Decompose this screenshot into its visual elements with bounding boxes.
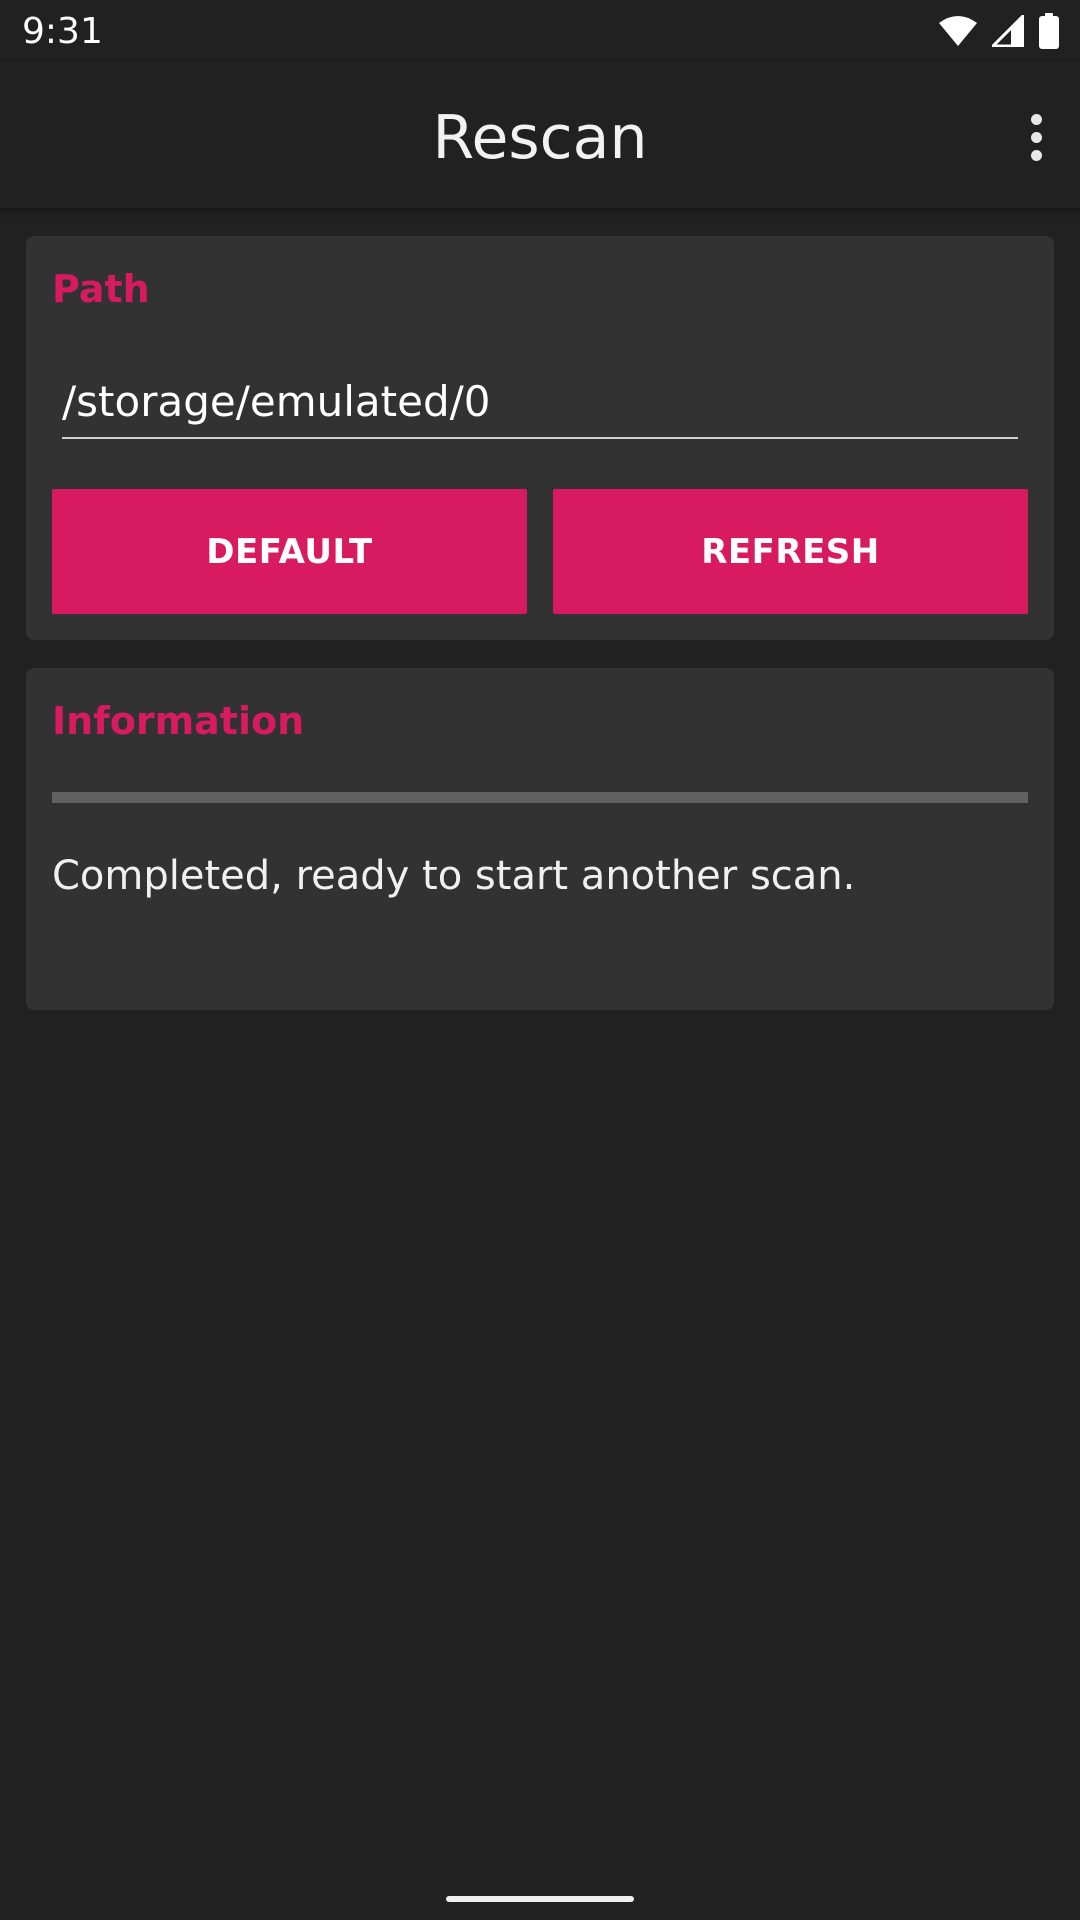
gesture-nav-handle[interactable] bbox=[446, 1896, 634, 1902]
menu-dot bbox=[1030, 149, 1042, 161]
path-card-title: Path bbox=[52, 267, 150, 311]
information-card-title: Information bbox=[52, 699, 305, 743]
menu-dot bbox=[1030, 131, 1042, 143]
wifi-icon bbox=[939, 16, 977, 46]
path-card: Path DEFAULT REFRESH bbox=[26, 236, 1054, 640]
menu-dot bbox=[1030, 113, 1042, 125]
scan-progress-bar bbox=[52, 792, 1028, 803]
path-input[interactable] bbox=[62, 371, 1018, 439]
information-card: Information Completed, ready to start an… bbox=[26, 668, 1054, 1010]
cell-signal-icon bbox=[992, 15, 1024, 47]
status-icons bbox=[938, 12, 1060, 50]
default-button[interactable]: DEFAULT bbox=[52, 489, 527, 614]
page-title: Rescan bbox=[432, 103, 648, 173]
refresh-button[interactable]: REFRESH bbox=[553, 489, 1028, 614]
app-bar: Rescan bbox=[0, 63, 1080, 208]
status-message: Completed, ready to start another scan. bbox=[52, 853, 856, 899]
battery-icon bbox=[1039, 13, 1059, 49]
status-bar: 9:31 bbox=[0, 0, 1080, 63]
more-vert-icon[interactable] bbox=[1004, 95, 1068, 179]
status-time: 9:31 bbox=[22, 11, 103, 52]
